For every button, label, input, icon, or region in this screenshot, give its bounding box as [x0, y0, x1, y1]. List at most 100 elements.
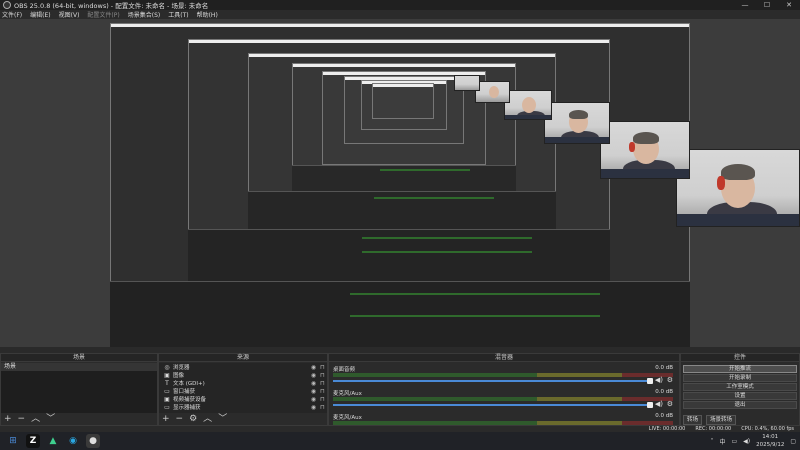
volume-slider-knob[interactable]	[647, 402, 653, 408]
gear-icon[interactable]: ⚙	[667, 376, 673, 384]
gear-icon[interactable]: ⚙	[667, 400, 673, 408]
source-name: 窗口捕获	[173, 389, 196, 395]
network-icon[interactable]: ▭	[731, 438, 737, 445]
eye-icon[interactable]: ◉	[309, 380, 318, 387]
remove-icon[interactable]: −	[18, 413, 26, 425]
mixer-channel-desktop: 桌面音频 0.0 dB ◀) ⚙	[333, 365, 673, 389]
webcam-feed-nested	[544, 102, 610, 144]
eye-icon[interactable]: ◉	[309, 404, 318, 411]
menu-scene-collection[interactable]: 场景集合(S)	[128, 10, 161, 19]
nested-meter	[374, 197, 494, 199]
webcam-feed-nested	[504, 90, 552, 120]
browser-icon: ◎	[164, 363, 170, 371]
dock-tabs: 转场 场景转场	[681, 415, 799, 425]
source-item-display-capture[interactable]: ▭ 显示器捕获 ◉ ⊓	[159, 403, 327, 412]
notification-icon[interactable]: ▢	[790, 438, 796, 445]
obs-logo-icon	[3, 1, 11, 9]
channel-db: 0.0 dB	[655, 413, 673, 419]
volume-slider-knob[interactable]	[647, 378, 653, 384]
webcam-feed-nested	[454, 75, 480, 91]
remove-icon[interactable]: −	[176, 413, 184, 425]
volume-meter	[333, 373, 673, 377]
volume-slider[interactable]	[333, 404, 647, 406]
arrow-down-icon[interactable]: ﹀	[218, 413, 227, 425]
volume-meter	[333, 397, 673, 401]
mixer-channel-mic: 麦克风/Aux 0.0 dB ◀) ⚙	[333, 389, 673, 413]
lock-icon[interactable]: ⊓	[318, 380, 327, 387]
nested-meter	[380, 169, 470, 171]
channel-name: 桌面音频	[333, 367, 356, 373]
maximize-button[interactable]: ☐	[756, 0, 778, 10]
window-titlebar: OBS 25.0.8 (64-bit, windows) - 配置文件: 未命名…	[0, 0, 800, 10]
sources-dock: 来源 ◎ 浏览器 ◉ ⊓ ▣ 图像 ◉ ⊓ T 文本 (GDI+) ◉ ⊓ ▭ …	[158, 353, 328, 426]
app-z-icon[interactable]: Z	[26, 434, 40, 448]
window-capture-icon: ▭	[164, 387, 170, 395]
lock-icon[interactable]: ⊓	[318, 396, 327, 403]
volume-icon[interactable]: ◀)	[743, 438, 750, 445]
settings-button[interactable]: 设置	[683, 392, 797, 400]
source-item-image[interactable]: ▣ 图像 ◉ ⊓	[159, 371, 327, 380]
windows-start-icon[interactable]: ⊞	[6, 434, 20, 448]
gear-icon[interactable]: ⚙	[189, 413, 197, 425]
menu-bar: 文件(F) 编辑(E) 视图(V) 配置文件(P) 场景集合(S) 工具(T) …	[0, 10, 800, 19]
add-icon[interactable]: +	[4, 413, 12, 425]
scenes-toolbar: + − ︿ ﹀	[1, 413, 157, 425]
start-streaming-button[interactable]: 开始推流	[683, 365, 797, 373]
menu-view[interactable]: 视图(V)	[59, 10, 80, 19]
nested-meter	[350, 315, 600, 317]
channel-db: 0.0 dB	[655, 389, 673, 395]
menu-help[interactable]: 帮助(H)	[197, 10, 218, 19]
studio-mode-button[interactable]: 工作室模式	[683, 383, 797, 391]
clock[interactable]: 14:01 2025/9/12	[756, 433, 784, 449]
arrow-down-icon[interactable]: ﹀	[46, 413, 55, 425]
lock-icon[interactable]: ⊓	[318, 364, 327, 371]
volume-slider[interactable]	[333, 380, 647, 382]
app-green-icon[interactable]: ▲	[46, 434, 60, 448]
eye-icon[interactable]: ◉	[309, 364, 318, 371]
lock-icon[interactable]: ⊓	[318, 404, 327, 411]
lock-icon[interactable]: ⊓	[318, 372, 327, 379]
speaker-icon[interactable]: ◀)	[655, 400, 663, 408]
source-item-window-capture[interactable]: ▭ 窗口捕获 ◉ ⊓	[159, 387, 327, 396]
webcam-feed-nested	[475, 81, 510, 103]
system-tray: ˄ 中 ▭ ◀) 14:01 2025/9/12 ▢	[710, 432, 796, 450]
arrow-up-icon[interactable]: ︿	[203, 413, 212, 425]
webcam-feed	[676, 149, 800, 227]
scenes-dock: 场景 场景 + − ︿ ﹀	[0, 353, 158, 426]
tab-scene-transitions[interactable]: 场景转场	[706, 415, 737, 425]
tab-transitions[interactable]: 转场	[683, 415, 703, 425]
menu-edit[interactable]: 编辑(E)	[30, 10, 50, 19]
edge-browser-icon[interactable]: ◉	[66, 434, 80, 448]
scene-item[interactable]: 场景	[1, 363, 157, 371]
eye-icon[interactable]: ◉	[309, 388, 318, 395]
speaker-icon[interactable]: ◀)	[655, 376, 663, 384]
sources-dock-title: 来源	[159, 354, 327, 362]
menu-file[interactable]: 文件(F)	[2, 10, 22, 19]
add-icon[interactable]: +	[162, 413, 170, 425]
exit-button[interactable]: 退出	[683, 401, 797, 409]
arrow-up-icon[interactable]: ︿	[31, 413, 40, 425]
channel-name: 麦克风/Aux	[333, 391, 362, 397]
preview-canvas[interactable]	[0, 19, 800, 347]
lock-icon[interactable]: ⊓	[318, 388, 327, 395]
video-capture-icon: ▣	[164, 395, 170, 403]
menu-profile[interactable]: 配置文件(P)	[87, 10, 119, 19]
nested-window-8	[372, 83, 434, 119]
source-item-text[interactable]: T 文本 (GDI+) ◉ ⊓	[159, 379, 327, 388]
eye-icon[interactable]: ◉	[309, 396, 318, 403]
start-recording-button[interactable]: 开始录制	[683, 374, 797, 382]
obs-taskbar-icon[interactable]: ●	[86, 434, 100, 448]
source-item-browser[interactable]: ◎ 浏览器 ◉ ⊓	[159, 363, 327, 372]
source-name: 显示器捕获	[173, 405, 201, 411]
chevron-up-icon[interactable]: ˄	[710, 438, 713, 445]
close-button[interactable]: ✕	[778, 0, 800, 10]
source-item-video-capture[interactable]: ▣ 视频捕获设备 ◉ ⊓	[159, 395, 327, 404]
menu-tools[interactable]: 工具(T)	[168, 10, 188, 19]
minimize-button[interactable]: —	[734, 0, 756, 10]
source-name: 图像	[173, 373, 185, 379]
clock-date: 2025/9/12	[756, 442, 785, 448]
window-title: OBS 25.0.8 (64-bit, windows) - 配置文件: 未命名…	[14, 2, 209, 10]
scenes-dock-title: 场景	[1, 354, 157, 362]
lang-indicator[interactable]: 中	[719, 437, 725, 446]
eye-icon[interactable]: ◉	[309, 372, 318, 379]
